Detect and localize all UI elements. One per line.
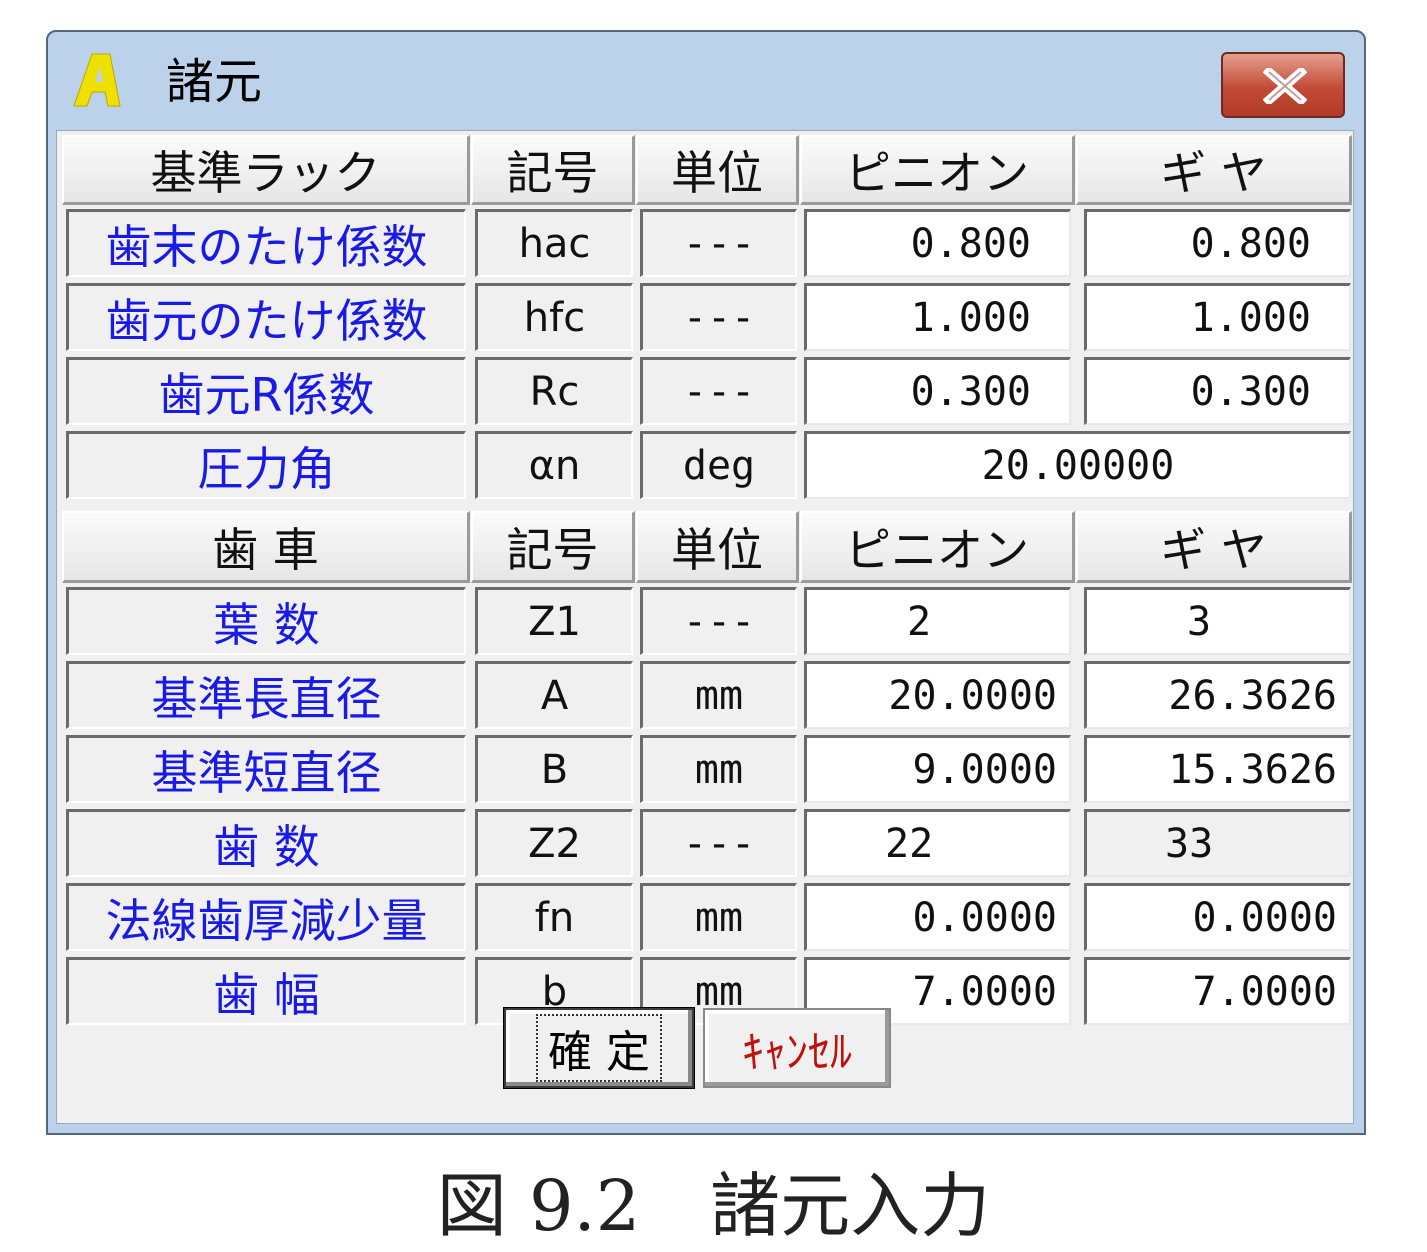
rack-header-gear: ギ ヤ: [1076, 135, 1352, 205]
gear-header-name: 歯 車: [62, 511, 470, 583]
dialog-window: 諸元 基準ラック 記号 単位 ピニオン ギ ヤ 歯末のたけ係数 hac --- …: [46, 30, 1366, 1135]
gear-row-symbol: fn: [475, 883, 633, 951]
figure-caption: 図 9.2 諸元入力: [436, 1165, 991, 1247]
gear-row-unit: mm: [640, 735, 797, 803]
pressure-angle-input[interactable]: 20.00000: [804, 431, 1351, 499]
title-bar[interactable]: 諸元: [48, 32, 1364, 130]
gear-row-label: 歯 幅: [66, 957, 466, 1025]
rack-header-name: 基準ラック: [62, 135, 470, 205]
rack-row-unit: ---: [640, 357, 797, 425]
rack-header-pinion: ピニオン: [800, 135, 1075, 205]
rack-row-unit: ---: [640, 209, 797, 277]
gear-row-unit: mm: [640, 883, 797, 951]
face-width-gear-input[interactable]: 7.0000: [1084, 957, 1351, 1025]
rack-row-symbol: αn: [475, 431, 633, 499]
tooth-count-pinion-input[interactable]: 22: [804, 809, 1071, 877]
app-icon: [73, 53, 121, 107]
rack-addendum-gear-input[interactable]: 0.800: [1084, 209, 1351, 277]
rack-row-label: 圧力角: [66, 431, 466, 499]
rack-row-symbol: Rc: [475, 357, 633, 425]
thickness-reduction-pinion-input[interactable]: 0.0000: [804, 883, 1071, 951]
rack-dedendum-pinion-input[interactable]: 1.000: [804, 283, 1071, 351]
gear-row-label: 法線歯厚減少量: [66, 883, 466, 951]
gear-header-gear: ギ ヤ: [1076, 511, 1352, 583]
form-area: 基準ラック 記号 単位 ピニオン ギ ヤ 歯末のたけ係数 hac --- 0.8…: [56, 130, 1354, 1124]
cancel-button-label: ｷｬﾝｾﾙ: [742, 1027, 852, 1078]
gear-header-unit: 単位: [636, 511, 799, 583]
ok-button[interactable]: 確 定: [503, 1007, 695, 1089]
lobe-count-gear-input[interactable]: 3: [1084, 587, 1351, 655]
gear-header-pinion: ピニオン: [800, 511, 1075, 583]
rack-row-symbol: hac: [475, 209, 633, 277]
minor-diameter-gear-input[interactable]: 15.3626: [1084, 735, 1351, 803]
gear-row-unit: ---: [640, 809, 797, 877]
rack-root-radius-gear-input[interactable]: 0.300: [1084, 357, 1351, 425]
rack-row-label: 歯元R係数: [66, 357, 466, 425]
close-icon: [1263, 68, 1307, 104]
gear-row-symbol: B: [475, 735, 633, 803]
thickness-reduction-gear-input[interactable]: 0.0000: [1084, 883, 1351, 951]
cancel-button[interactable]: ｷｬﾝｾﾙ: [703, 1008, 891, 1088]
gear-row-symbol: Z2: [475, 809, 633, 877]
gear-row-symbol: Z1: [475, 587, 633, 655]
rack-row-label: 歯末のたけ係数: [66, 209, 466, 277]
rack-row-unit: ---: [640, 283, 797, 351]
gear-row-label: 葉 数: [66, 587, 466, 655]
rack-row-unit: deg: [640, 431, 797, 499]
minor-diameter-pinion-input[interactable]: 9.0000: [804, 735, 1071, 803]
rack-dedendum-gear-input[interactable]: 1.000: [1084, 283, 1351, 351]
gear-header-symbol: 記号: [471, 511, 635, 583]
rack-row-label: 歯元のたけ係数: [66, 283, 466, 351]
window-title: 諸元: [166, 54, 263, 110]
gear-row-label: 歯 数: [66, 809, 466, 877]
ok-button-label: 確 定: [536, 1014, 662, 1082]
rack-header-symbol: 記号: [471, 135, 635, 205]
rack-header-unit: 単位: [636, 135, 799, 205]
tooth-count-gear-input[interactable]: 33: [1084, 809, 1351, 877]
close-button[interactable]: [1221, 52, 1345, 118]
major-diameter-pinion-input[interactable]: 20.0000: [804, 661, 1071, 729]
gear-row-unit: mm: [640, 661, 797, 729]
rack-row-symbol: hfc: [475, 283, 633, 351]
rack-addendum-pinion-input[interactable]: 0.800: [804, 209, 1071, 277]
rack-root-radius-pinion-input[interactable]: 0.300: [804, 357, 1071, 425]
major-diameter-gear-input[interactable]: 26.3626: [1084, 661, 1351, 729]
lobe-count-pinion-input[interactable]: 2: [804, 587, 1071, 655]
gear-row-symbol: A: [475, 661, 633, 729]
gear-row-label: 基準長直径: [66, 661, 466, 729]
gear-row-label: 基準短直径: [66, 735, 466, 803]
gear-row-unit: ---: [640, 587, 797, 655]
